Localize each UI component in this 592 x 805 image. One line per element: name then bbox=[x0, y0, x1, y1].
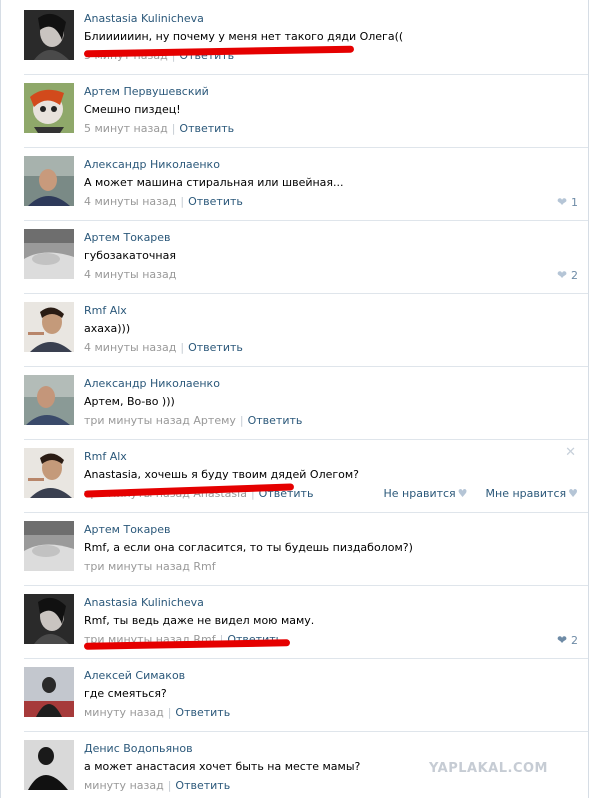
watermark-logo: YAPLAKAL.COM bbox=[429, 761, 548, 776]
comment-text: Блиииииин, ну почему у меня нет такого д… bbox=[84, 30, 404, 43]
broken-heart-icon: ♥ bbox=[457, 487, 468, 500]
reply-link[interactable]: Ответить bbox=[188, 341, 243, 354]
avatar[interactable] bbox=[24, 83, 74, 133]
comment-time[interactable]: 4 минуты назад bbox=[84, 341, 176, 354]
close-icon[interactable]: ✕ bbox=[565, 445, 576, 460]
avatar[interactable] bbox=[24, 740, 74, 790]
comment-item: Александр Николаенко А может машина стир… bbox=[14, 148, 588, 221]
comment-item: Артем Токарев Rmf, а если она согласится… bbox=[14, 513, 588, 586]
comment-text: губозакаточная bbox=[84, 249, 176, 262]
comment-meta: минуту назад | Ответить bbox=[84, 779, 231, 792]
comment-time[interactable]: три минуты назад Артему bbox=[84, 414, 236, 427]
avatar[interactable] bbox=[24, 302, 74, 352]
like-count: 2 bbox=[571, 634, 578, 647]
comment-item: Rmf Alx ахаха))) 4 минуты назад | Ответить bbox=[14, 294, 588, 367]
like-count: 2 bbox=[571, 269, 578, 282]
reply-link[interactable]: Ответить bbox=[188, 195, 243, 208]
comment-author[interactable]: Rmf Alx bbox=[84, 304, 127, 317]
avatar[interactable] bbox=[24, 448, 74, 498]
comment-meta: 4 минуты назад | Ответить bbox=[84, 195, 243, 208]
comment-text: Anastasia, хочешь я буду твоим дядей Оле… bbox=[84, 468, 360, 481]
comment-item: Anastasia Kulinicheva Блиииииин, ну поче… bbox=[14, 2, 588, 75]
avatar[interactable] bbox=[24, 156, 74, 206]
like-counter[interactable]: ❤ 1 bbox=[557, 195, 578, 209]
comment-text: Rmf, а если она согласится, то ты будешь… bbox=[84, 541, 413, 554]
comment-time[interactable]: 5 минут назад bbox=[84, 122, 168, 135]
comment-meta: минуту назад | Ответить bbox=[84, 706, 231, 719]
comment-author[interactable]: Артем Первушевский bbox=[84, 85, 209, 98]
comment-text: А может машина стиральная или швейная... bbox=[84, 176, 344, 189]
comment-author[interactable]: Артем Токарев bbox=[84, 231, 171, 244]
comment-meta: три минуты назад Rmf bbox=[84, 560, 216, 573]
like-button[interactable]: Мне нравится bbox=[486, 487, 567, 500]
like-actions: Не нравится ♥ Мне нравится ♥ bbox=[384, 487, 578, 500]
comment-author[interactable]: Алексей Симаков bbox=[84, 669, 185, 682]
comment-text: ахаха))) bbox=[84, 322, 131, 335]
comment-item: Артем Токарев губозакаточная 4 минуты на… bbox=[14, 221, 588, 294]
heart-icon: ♥ bbox=[568, 487, 578, 500]
like-counter[interactable]: ❤ 2 bbox=[557, 633, 578, 647]
comment-text: а может анастасия хочет быть на месте ма… bbox=[84, 760, 361, 773]
avatar[interactable] bbox=[24, 667, 74, 717]
comment-author[interactable]: Rmf Alx bbox=[84, 450, 127, 463]
comment-author[interactable]: Артем Токарев bbox=[84, 523, 171, 536]
comment-meta: 4 минуты назад bbox=[84, 268, 176, 281]
like-counter[interactable]: ❤ 2 bbox=[557, 268, 578, 282]
comment-author[interactable]: Александр Николаенко bbox=[84, 158, 220, 171]
comment-time[interactable]: три минуты назад Rmf bbox=[84, 560, 216, 573]
dislike-button[interactable]: Не нравится bbox=[384, 487, 456, 500]
reply-link[interactable]: Ответить bbox=[175, 779, 230, 792]
avatar[interactable] bbox=[24, 10, 74, 60]
comment-meta: три минуты назад Артему | Ответить bbox=[84, 414, 303, 427]
comment-text: Rmf, ты ведь даже не видел мою маму. bbox=[84, 614, 315, 627]
comment-time[interactable]: минуту назад bbox=[84, 706, 164, 719]
comment-meta: 5 минут назад|Ответить bbox=[84, 122, 235, 135]
reply-link[interactable]: Ответить bbox=[175, 706, 230, 719]
comment-text: Артем, Во-во ))) bbox=[84, 395, 175, 408]
avatar[interactable] bbox=[24, 375, 74, 425]
left-border bbox=[0, 0, 1, 798]
comment-text: где смеяться? bbox=[84, 687, 167, 700]
like-count: 1 bbox=[571, 196, 578, 209]
comment-meta: 4 минуты назад | Ответить bbox=[84, 341, 243, 354]
reply-link[interactable]: Ответить bbox=[248, 414, 303, 427]
right-border bbox=[588, 0, 589, 798]
avatar[interactable] bbox=[24, 521, 74, 571]
comment-author[interactable]: Anastasia Kulinicheva bbox=[84, 12, 204, 25]
comment-author[interactable]: Александр Николаенко bbox=[84, 377, 220, 390]
avatar[interactable] bbox=[24, 229, 74, 279]
heart-icon: ❤ bbox=[556, 633, 567, 647]
heart-icon: ❤ bbox=[556, 195, 567, 209]
comment-item: Александр Николаенко Артем, Во-во ))) тр… bbox=[14, 367, 588, 440]
comment-item: Алексей Симаков где смеяться? минуту наз… bbox=[14, 659, 588, 732]
comment-time[interactable]: 4 минуты назад bbox=[84, 268, 176, 281]
comment-item: Rmf Alx Anastasia, хочешь я буду твоим д… bbox=[14, 440, 588, 513]
heart-icon: ❤ bbox=[556, 268, 567, 282]
avatar[interactable] bbox=[24, 594, 74, 644]
reply-link[interactable]: Ответить bbox=[179, 122, 234, 135]
comment-time[interactable]: минуту назад bbox=[84, 779, 164, 792]
comment-text: Смешно пиздец! bbox=[84, 103, 181, 116]
comment-author[interactable]: Денис Водопьянов bbox=[84, 742, 193, 755]
comment-author[interactable]: Anastasia Kulinicheva bbox=[84, 596, 204, 609]
comment-time[interactable]: 4 минуты назад bbox=[84, 195, 176, 208]
comment-item: Артем Первушевский Смешно пиздец! 5 мину… bbox=[14, 75, 588, 148]
